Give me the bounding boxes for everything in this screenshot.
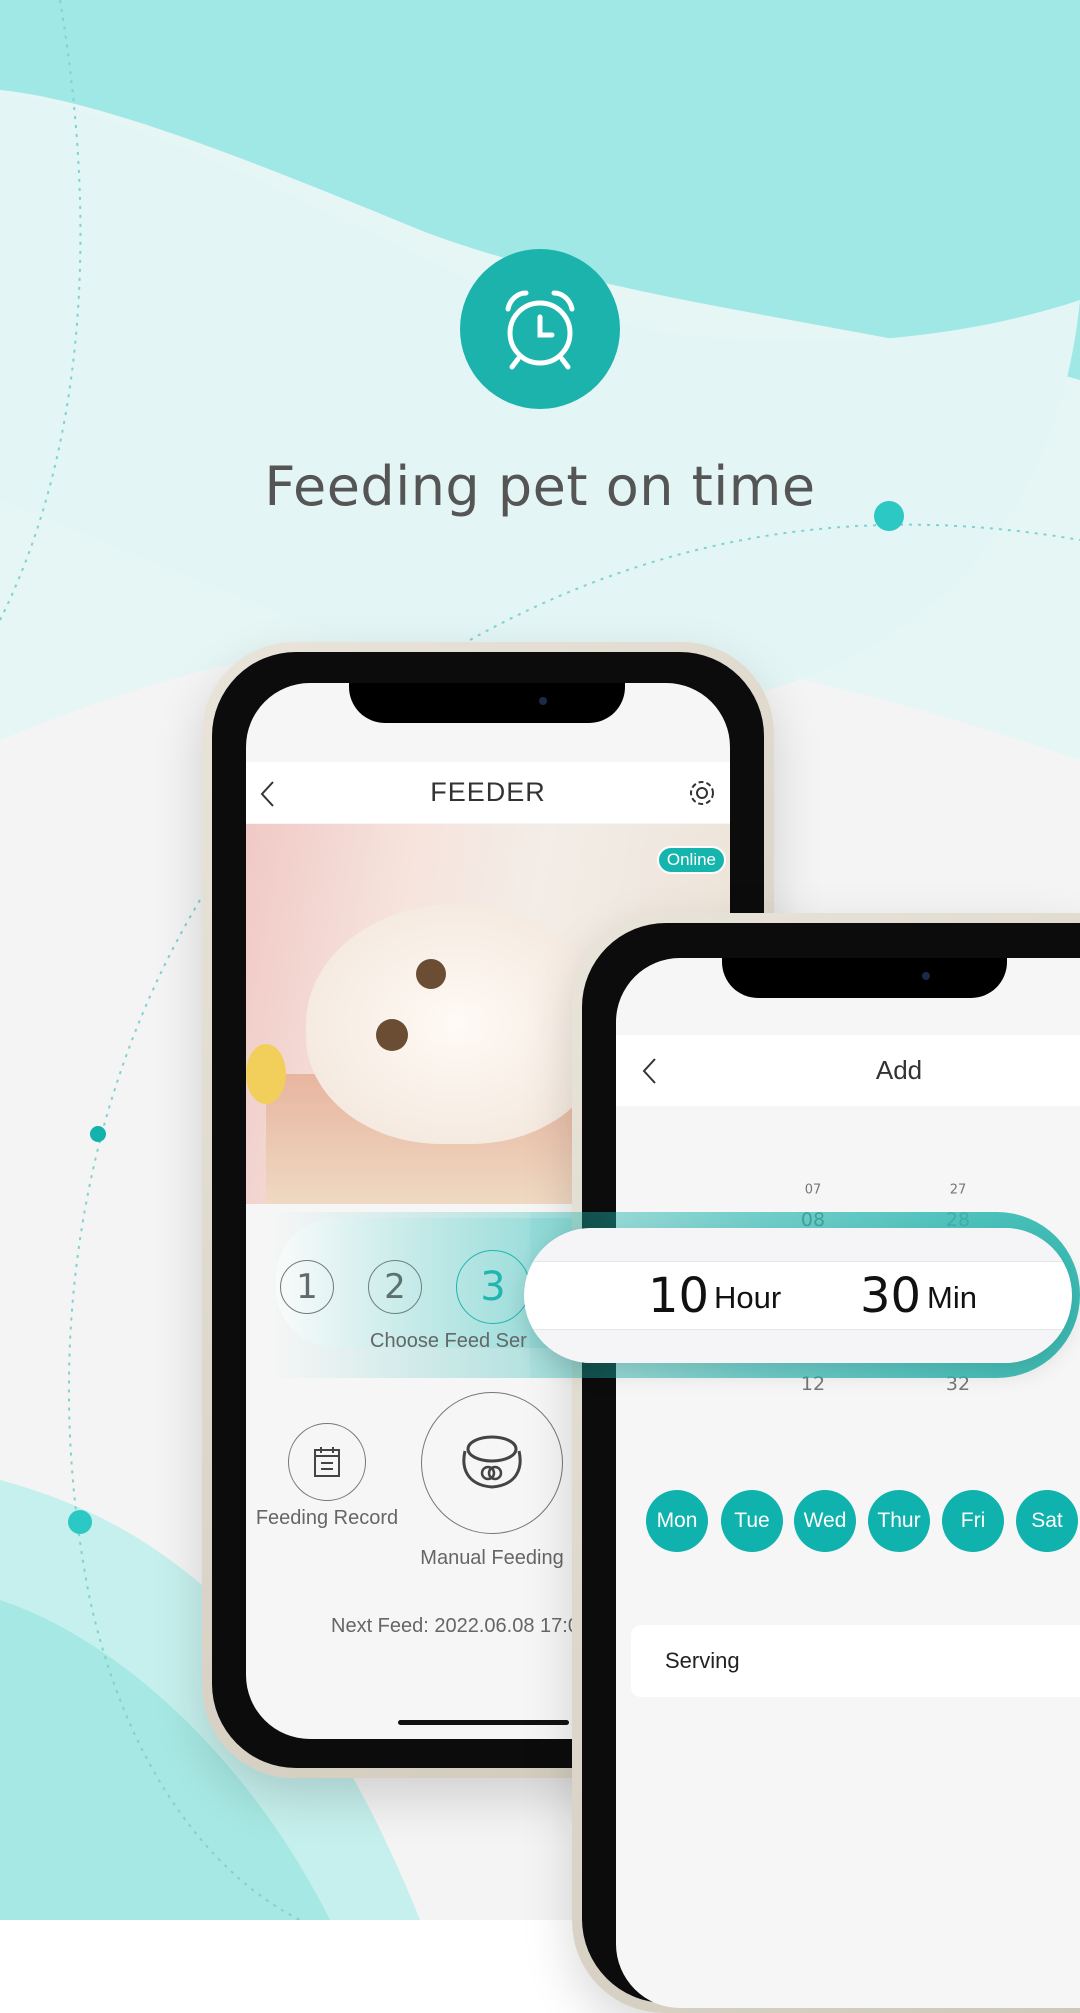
alarm-clock-icon xyxy=(460,249,620,409)
day-mon[interactable]: Mon xyxy=(646,1490,708,1552)
serving-row[interactable]: Serving xyxy=(631,1625,1080,1697)
page-title: Add xyxy=(875,1055,923,1085)
steps-caption: Choose Feed Ser xyxy=(370,1330,527,1352)
minute-option[interactable]: 27 xyxy=(950,1183,967,1198)
next-feed-text: Next Feed: 2022.06.08 17:00 xyxy=(331,1615,591,1637)
highlight-glow-fade xyxy=(270,1212,530,1378)
hour-value: 10 xyxy=(648,1268,710,1324)
manual-feeding-button[interactable] xyxy=(421,1392,563,1534)
feeder-header: FEEDER xyxy=(246,762,730,823)
calendar-list-icon xyxy=(314,1447,340,1477)
hour-option[interactable]: 07 xyxy=(805,1183,822,1198)
back-chevron-left-icon[interactable] xyxy=(258,780,278,808)
day-sat[interactable]: Sat xyxy=(1016,1490,1078,1552)
feeding-record-label: Feeding Record xyxy=(255,1507,399,1529)
day-tue[interactable]: Tue xyxy=(721,1490,783,1552)
serving-label: Serving xyxy=(665,1648,740,1673)
time-picker-selected[interactable]: 10 Hour 30 Min xyxy=(524,1228,1072,1363)
headline: Feeding pet on time xyxy=(264,455,816,518)
day-thur[interactable]: Thur xyxy=(868,1490,930,1552)
settings-gear-icon[interactable] xyxy=(686,777,718,809)
status-badge: Online xyxy=(656,846,726,874)
pet-bowl-icon xyxy=(462,1435,522,1489)
add-screen: Add 07 08 27 28 12 32 Mon Tue Wed Thur F… xyxy=(616,958,1080,2008)
hour-unit: Hour xyxy=(714,1280,782,1315)
manual-feeding-label: Manual Feeding xyxy=(420,1547,564,1569)
minute-unit: Min xyxy=(927,1280,977,1315)
day-fri[interactable]: Fri xyxy=(942,1490,1004,1552)
add-header: Add xyxy=(616,1035,1080,1106)
page-title: FEEDER xyxy=(430,777,546,807)
feeding-record-button[interactable] xyxy=(288,1423,366,1501)
day-wed[interactable]: Wed xyxy=(794,1490,856,1552)
minute-value: 30 xyxy=(860,1268,922,1324)
add-phone: Add 07 08 27 28 12 32 Mon Tue Wed Thur F… xyxy=(572,913,1080,2013)
home-indicator xyxy=(398,1720,569,1725)
back-chevron-left-icon[interactable] xyxy=(640,1057,660,1085)
